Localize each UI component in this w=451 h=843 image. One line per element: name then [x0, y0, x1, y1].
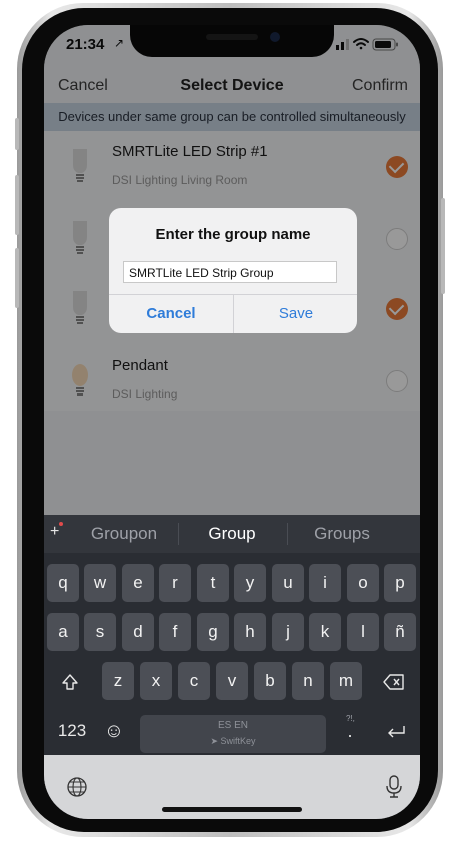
key-r[interactable]: r	[159, 564, 191, 602]
group-name-input[interactable]: SMRTLite LED Strip Group	[123, 261, 337, 283]
key-f[interactable]: f	[159, 613, 191, 651]
globe-icon[interactable]	[66, 776, 88, 798]
backspace-key[interactable]	[374, 662, 414, 700]
key-o[interactable]: o	[347, 564, 379, 602]
keyboard-bottom-bar	[44, 755, 420, 819]
key-j[interactable]: j	[272, 613, 304, 651]
backspace-icon	[383, 673, 404, 690]
key-w[interactable]: w	[84, 564, 116, 602]
shift-icon	[62, 673, 78, 690]
home-indicator[interactable]	[162, 807, 302, 812]
key-m[interactable]: m	[330, 662, 362, 700]
swiftkey-icon: ➤	[210, 736, 221, 746]
suggestion-item[interactable]: Groupon	[74, 515, 174, 553]
key-n-tilde[interactable]: ñ	[384, 613, 416, 651]
key-h[interactable]: h	[234, 613, 266, 651]
numbers-key[interactable]: 123	[50, 712, 94, 750]
key-a[interactable]: a	[47, 613, 79, 651]
return-icon	[388, 725, 405, 738]
key-e[interactable]: e	[122, 564, 154, 602]
space-language-label: ES EN	[217, 720, 248, 731]
key-q[interactable]: q	[47, 564, 79, 602]
dialog-cancel-button[interactable]: Cancel	[109, 294, 233, 333]
key-p[interactable]: p	[384, 564, 416, 602]
key-c[interactable]: c	[178, 662, 210, 700]
punctuation-key[interactable]: ?!,.	[332, 712, 368, 750]
key-z[interactable]: z	[102, 662, 134, 700]
key-b[interactable]: b	[254, 662, 286, 700]
mute-switch	[15, 118, 19, 150]
divider	[178, 523, 179, 545]
power-button	[441, 198, 445, 294]
screen: 21:34 ↗ Cancel Select Device Confirm Dev…	[44, 25, 420, 819]
emoji-icon: ☺	[103, 720, 125, 742]
key-u[interactable]: u	[272, 564, 304, 602]
key-d[interactable]: d	[122, 613, 154, 651]
key-y[interactable]: y	[234, 564, 266, 602]
divider	[287, 523, 288, 545]
key-i[interactable]: i	[309, 564, 341, 602]
key-t[interactable]: t	[197, 564, 229, 602]
swiftkey-toolbar-plus-icon[interactable]: +	[50, 522, 63, 541]
emoji-key[interactable]: ☺	[98, 712, 130, 750]
microphone-icon[interactable]	[386, 775, 402, 799]
group-name-dialog: Enter the group name SMRTLite LED Strip …	[109, 208, 357, 333]
return-key[interactable]	[378, 712, 414, 750]
key-n[interactable]: n	[292, 662, 324, 700]
space-key[interactable]: ES EN ➤ SwiftKey	[140, 715, 326, 753]
suggestion-bar: + Groupon Group Groups	[44, 515, 420, 553]
suggestion-item-primary[interactable]: Group	[182, 515, 282, 553]
volume-down-button	[15, 248, 19, 308]
key-v[interactable]: v	[216, 662, 248, 700]
key-k[interactable]: k	[309, 613, 341, 651]
key-x[interactable]: x	[140, 662, 172, 700]
key-s[interactable]: s	[84, 613, 116, 651]
key-g[interactable]: g	[197, 613, 229, 651]
shift-key[interactable]	[50, 662, 90, 700]
suggestion-item[interactable]: Groups	[292, 515, 392, 553]
dialog-save-button[interactable]: Save	[234, 294, 357, 333]
punctuation-hint: ?!,	[346, 714, 355, 723]
swiftkey-brand: ➤ SwiftKey	[210, 736, 256, 746]
key-l[interactable]: l	[347, 613, 379, 651]
volume-up-button	[15, 175, 19, 235]
dialog-title: Enter the group name	[155, 226, 311, 243]
